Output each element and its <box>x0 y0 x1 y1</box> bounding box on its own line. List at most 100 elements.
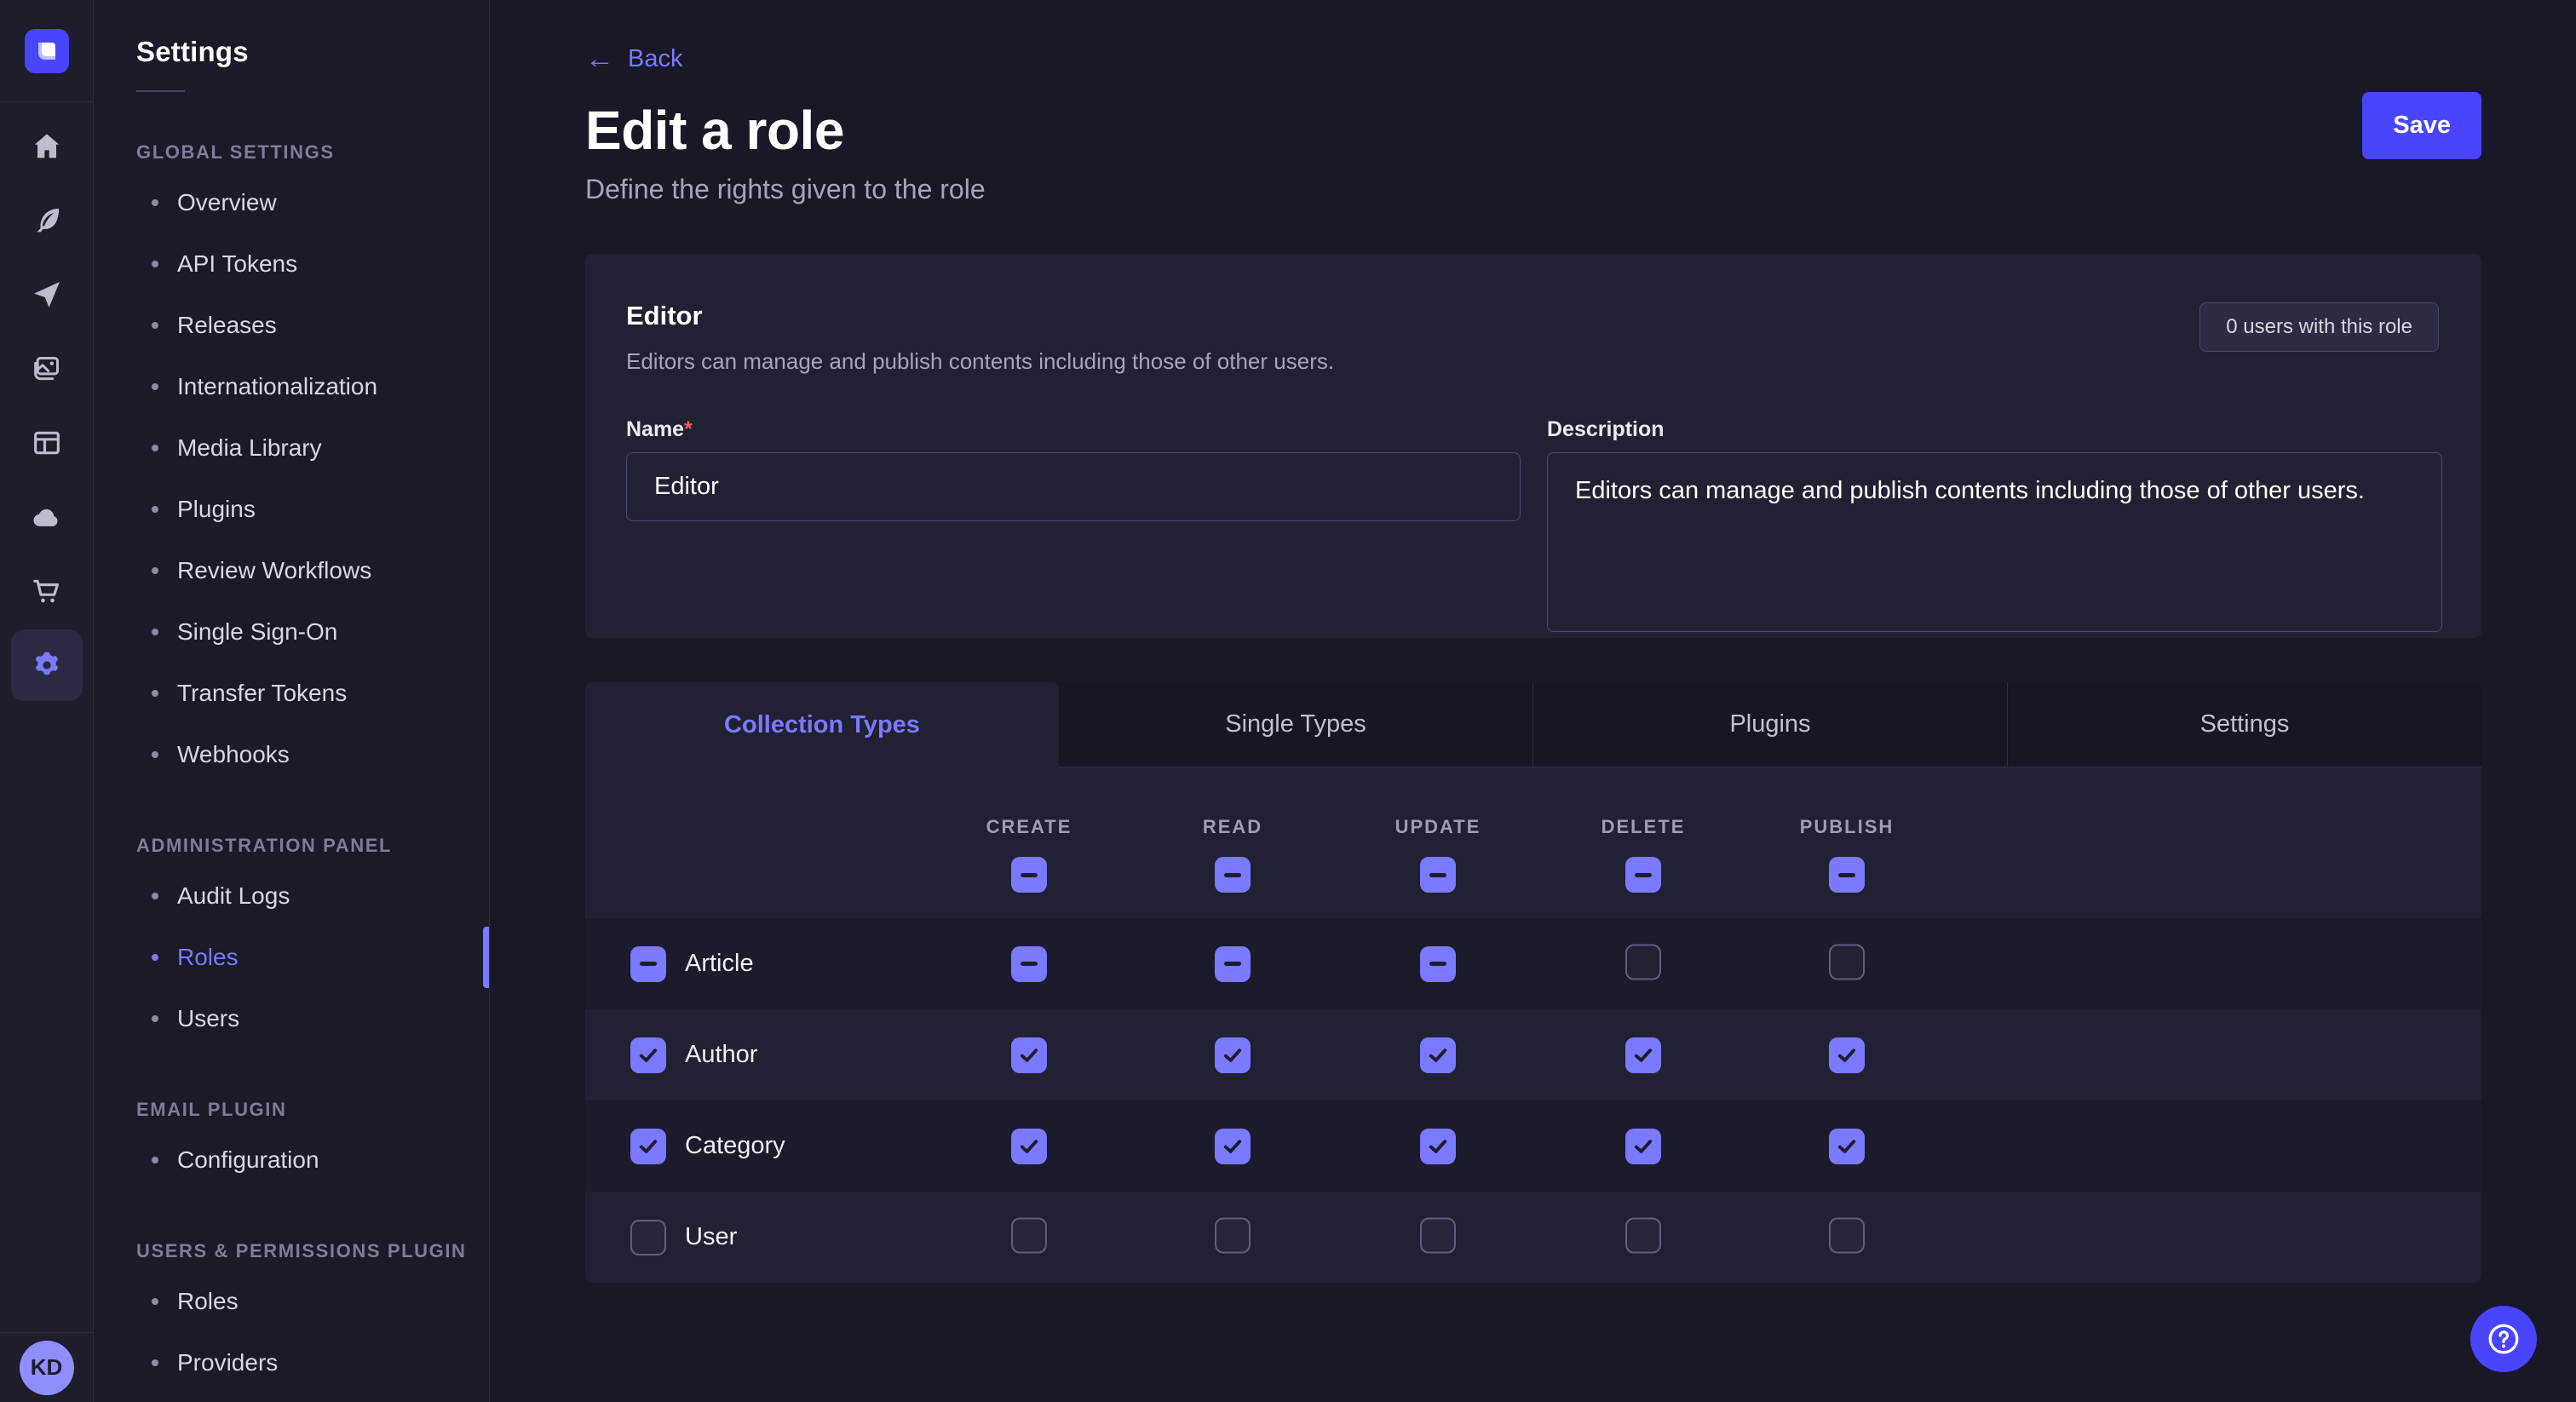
author-delete-checkbox[interactable] <box>1625 1037 1661 1073</box>
media-library-icon[interactable] <box>28 350 66 388</box>
article-create-checkbox[interactable] <box>1011 946 1047 982</box>
role-fields: Name* Description <box>626 417 2441 632</box>
article-read-checkbox[interactable] <box>1215 946 1251 982</box>
author-update-checkbox[interactable] <box>1420 1037 1456 1073</box>
column-header-update: UPDATE <box>1395 816 1481 838</box>
sidebar-item-overview[interactable]: Overview <box>94 172 489 233</box>
user-create-checkbox[interactable] <box>1011 1217 1047 1253</box>
cell-wrap <box>1625 944 1661 984</box>
save-button[interactable]: Save <box>2362 92 2481 159</box>
column-header-delete: DELETE <box>1601 816 1686 838</box>
sidebar-item-label: Media Library <box>177 434 322 462</box>
author-read-checkbox[interactable] <box>1215 1037 1251 1073</box>
check-icon <box>1631 1043 1655 1067</box>
tab-settings[interactable]: Settings <box>2008 682 2481 767</box>
cart-icon[interactable] <box>28 572 66 610</box>
select-all-read-checkbox[interactable] <box>1215 857 1251 893</box>
row-label: Article <box>685 950 754 978</box>
article-publish-checkbox[interactable] <box>1829 944 1865 980</box>
page-subtitle: Define the rights given to the role <box>585 174 2481 205</box>
users-with-role-badge[interactable]: 0 users with this role <box>2199 302 2439 352</box>
avatar[interactable]: KD <box>20 1341 74 1395</box>
sidebar-item-providers[interactable]: Providers <box>94 1332 489 1393</box>
sidebar-item-audit-logs[interactable]: Audit Logs <box>94 865 489 927</box>
select-all-delete-checkbox[interactable] <box>1625 857 1661 893</box>
user-publish-checkbox[interactable] <box>1829 1217 1865 1253</box>
author-create-checkbox[interactable] <box>1011 1037 1047 1073</box>
back-link[interactable]: ← Back <box>585 44 682 73</box>
cell-wrap <box>1829 1217 1865 1257</box>
article-update-checkbox[interactable] <box>1420 946 1456 982</box>
description-field-group: Description <box>1547 417 2442 632</box>
permissions-table-header: CREATEREADUPDATEDELETEPUBLISH <box>585 767 2481 918</box>
sidebar-item-roles[interactable]: Roles <box>94 927 489 988</box>
gear-icon[interactable] <box>11 629 83 701</box>
subnav-divider <box>136 90 185 92</box>
bullet-icon <box>152 751 158 758</box>
article-row-checkbox[interactable] <box>630 946 666 982</box>
settings-subnav: Settings GLOBAL SETTINGSOverviewAPI Toke… <box>94 0 490 1402</box>
cell-wrap <box>1011 1217 1047 1257</box>
sidebar-item-media-library[interactable]: Media Library <box>94 417 489 479</box>
layout-icon[interactable] <box>28 424 66 462</box>
name-label: Name* <box>626 417 693 441</box>
permissions-tabs: Collection TypesSingle TypesPluginsSetti… <box>585 682 2481 767</box>
strapi-logo-icon[interactable] <box>25 29 69 73</box>
category-publish-checkbox[interactable] <box>1829 1129 1865 1164</box>
cell-wrap <box>1829 1129 1865 1164</box>
tab-collection-types[interactable]: Collection Types <box>585 682 1059 767</box>
name-input[interactable] <box>626 452 1521 521</box>
paper-plane-icon[interactable] <box>28 276 66 313</box>
permission-row-article: Article <box>585 918 2481 1009</box>
check-icon <box>1017 1135 1041 1158</box>
sidebar-item-configuration[interactable]: Configuration <box>94 1129 489 1191</box>
sidebar-item-label: Audit Logs <box>177 882 290 910</box>
sidebar-item-internationalization[interactable]: Internationalization <box>94 356 489 417</box>
select-all-publish-checkbox[interactable] <box>1829 857 1865 893</box>
sidebar-item-webhooks[interactable]: Webhooks <box>94 724 489 785</box>
description-textarea[interactable] <box>1547 452 2442 632</box>
category-create-checkbox[interactable] <box>1011 1129 1047 1164</box>
sidebar-item-single-sign-on[interactable]: Single Sign-On <box>94 601 489 663</box>
user-row-checkbox[interactable] <box>630 1220 666 1255</box>
check-icon <box>1835 1043 1859 1067</box>
cell-wrap <box>1420 1129 1456 1164</box>
cloud-icon[interactable] <box>28 498 66 536</box>
cell-wrap <box>1625 1217 1661 1257</box>
bullet-icon <box>152 690 158 697</box>
feather-icon[interactable] <box>28 202 66 239</box>
bullet-icon <box>152 893 158 899</box>
column-header-read: READ <box>1203 816 1262 838</box>
sidebar-item-label: Roles <box>177 1288 239 1315</box>
author-publish-checkbox[interactable] <box>1829 1037 1865 1073</box>
user-delete-checkbox[interactable] <box>1625 1217 1661 1253</box>
sidebar-item-releases[interactable]: Releases <box>94 295 489 356</box>
sidebar-item-users[interactable]: Users <box>94 988 489 1049</box>
category-delete-checkbox[interactable] <box>1625 1129 1661 1164</box>
article-delete-checkbox[interactable] <box>1625 944 1661 980</box>
author-row-checkbox[interactable] <box>630 1037 666 1073</box>
category-read-checkbox[interactable] <box>1215 1129 1251 1164</box>
home-icon[interactable] <box>28 128 66 165</box>
sidebar-item-api-tokens[interactable]: API Tokens <box>94 233 489 295</box>
bullet-icon <box>152 954 158 961</box>
select-all-update-checkbox[interactable] <box>1420 857 1456 893</box>
user-update-checkbox[interactable] <box>1420 1217 1456 1253</box>
indeterminate-dash-icon <box>1021 962 1038 966</box>
category-row-checkbox[interactable] <box>630 1129 666 1164</box>
sidebar-item-roles[interactable]: Roles <box>94 1271 489 1332</box>
sidebar-item-review-workflows[interactable]: Review Workflows <box>94 540 489 601</box>
select-all-create-checkbox[interactable] <box>1011 857 1047 893</box>
category-update-checkbox[interactable] <box>1420 1129 1456 1164</box>
user-read-checkbox[interactable] <box>1215 1217 1251 1253</box>
help-button[interactable] <box>2470 1306 2537 1372</box>
row-label: User <box>685 1223 737 1251</box>
sidebar-item-plugins[interactable]: Plugins <box>94 479 489 540</box>
indeterminate-dash-icon <box>1224 962 1241 966</box>
permission-row-user: User <box>585 1192 2481 1283</box>
help-icon <box>2485 1320 2522 1358</box>
tab-single-types[interactable]: Single Types <box>1059 682 1533 767</box>
sidebar-item-label: Roles <box>177 944 239 971</box>
sidebar-item-transfer-tokens[interactable]: Transfer Tokens <box>94 663 489 724</box>
tab-plugins[interactable]: Plugins <box>1533 682 2008 767</box>
